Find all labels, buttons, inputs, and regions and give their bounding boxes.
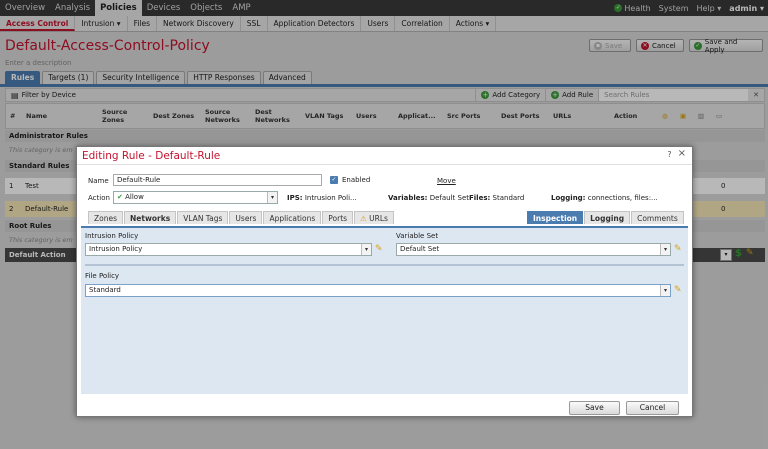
panel-divider bbox=[85, 264, 684, 266]
edit-rule-dialog: Editing Rule - Default-Rule ? × Name Def… bbox=[76, 146, 693, 417]
variable-set-select[interactable]: Default Set ▾ bbox=[396, 243, 671, 256]
chevron-down-icon: ▾ bbox=[660, 285, 670, 296]
tab-networks[interactable]: Networks bbox=[124, 211, 177, 224]
tab-inspection[interactable]: Inspection bbox=[527, 211, 584, 224]
tab-users[interactable]: Users bbox=[229, 211, 263, 224]
file-policy-select[interactable]: Standard ▾ bbox=[85, 284, 671, 297]
name-label: Name bbox=[88, 177, 109, 185]
action-select[interactable]: ✔ Allow ▾ bbox=[113, 191, 278, 204]
intrusion-policy-label: Intrusion Policy bbox=[85, 232, 139, 240]
dialog-save-button[interactable]: Save bbox=[569, 401, 620, 415]
logging-summary: Logging: connections, files:... bbox=[551, 194, 658, 202]
dialog-cancel-button[interactable]: Cancel bbox=[626, 401, 679, 415]
tab-comments[interactable]: Comments bbox=[631, 211, 684, 224]
tab-ports[interactable]: Ports bbox=[322, 211, 354, 224]
move-link[interactable]: Move bbox=[437, 177, 456, 185]
rule-tabs-right: Inspection Logging Comments bbox=[527, 211, 684, 224]
help-icon[interactable]: ? bbox=[667, 150, 671, 159]
checkmark-icon: ✔ bbox=[117, 193, 123, 201]
close-icon[interactable]: × bbox=[678, 149, 686, 159]
pencil-icon[interactable]: ✎ bbox=[375, 244, 385, 254]
variables-summary: Variables: Default Set bbox=[388, 194, 469, 202]
variable-set-label: Variable Set bbox=[396, 232, 439, 240]
title-divider bbox=[77, 164, 692, 165]
inspection-panel: Intrusion Policy Intrusion Policy ▾ ✎ Va… bbox=[81, 226, 688, 394]
dialog-controls: ? × bbox=[667, 149, 686, 160]
rule-tabs-left: Zones Networks VLAN Tags Users Applicati… bbox=[88, 211, 394, 224]
enabled-label: Enabled bbox=[342, 176, 371, 184]
tab-logging[interactable]: Logging bbox=[584, 211, 631, 224]
ips-summary: IPS: Intrusion Poli... bbox=[287, 194, 357, 202]
tab-applications[interactable]: Applications bbox=[263, 211, 322, 224]
pencil-icon[interactable]: ✎ bbox=[674, 244, 684, 254]
enabled-checkbox[interactable]: ✓ bbox=[330, 176, 338, 184]
intrusion-policy-select[interactable]: Intrusion Policy ▾ bbox=[85, 243, 372, 256]
name-input[interactable]: Default-Rule bbox=[113, 174, 322, 186]
tab-urls[interactable]: ⚠ URLs bbox=[354, 211, 394, 224]
chevron-down-icon: ▾ bbox=[361, 244, 371, 255]
pencil-icon[interactable]: ✎ bbox=[674, 285, 684, 295]
tab-zones[interactable]: Zones bbox=[88, 211, 124, 224]
chevron-down-icon: ▾ bbox=[267, 192, 277, 203]
dialog-title: Editing Rule - Default-Rule bbox=[82, 150, 221, 162]
files-summary: Files: Standard bbox=[469, 194, 525, 202]
chevron-down-icon: ▾ bbox=[660, 244, 670, 255]
file-policy-label: File Policy bbox=[85, 272, 120, 280]
action-label: Action bbox=[88, 194, 110, 202]
warning-icon: ⚠ bbox=[360, 214, 367, 223]
tab-vlan-tags[interactable]: VLAN Tags bbox=[177, 211, 229, 224]
